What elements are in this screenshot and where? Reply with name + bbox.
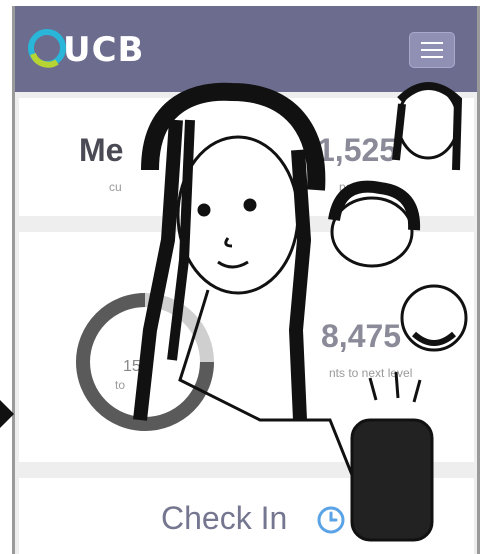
progress-card: 15 to 8,475 nts to next level bbox=[19, 232, 474, 462]
hamburger-menu-button[interactable] bbox=[409, 32, 455, 68]
app-frame: UCB Me cu el 1,525 points 15 to 8,475 nt… bbox=[12, 6, 480, 554]
logo-mark-icon bbox=[28, 29, 66, 68]
navbar: UCB bbox=[15, 6, 477, 92]
checkin-button[interactable]: Check In bbox=[161, 500, 287, 537]
ring-center-value: 15 bbox=[123, 358, 141, 375]
hamburger-line bbox=[421, 56, 443, 58]
summary-card: Me cu el 1,525 points bbox=[19, 98, 474, 216]
ring-center-label: to bbox=[115, 378, 126, 392]
points-value: 1,525 bbox=[317, 132, 398, 168]
hamburger-menu-icon bbox=[421, 42, 443, 44]
hamburger-line bbox=[421, 49, 443, 51]
level-value: Me bbox=[79, 132, 124, 168]
logo-text: UCB bbox=[63, 30, 145, 70]
pointer-arrow-icon bbox=[0, 400, 14, 428]
level-label: cu bbox=[109, 180, 122, 194]
logo[interactable]: UCB bbox=[27, 24, 143, 72]
points-to-next-label: nts to next level bbox=[329, 366, 413, 380]
level-label-tail: el bbox=[187, 180, 197, 194]
clock-icon[interactable] bbox=[315, 504, 347, 536]
points-label: points bbox=[339, 180, 372, 194]
points-to-next-value: 8,475 bbox=[321, 318, 402, 354]
progress-ring bbox=[76, 293, 214, 431]
checkin-card[interactable]: Check In bbox=[19, 478, 474, 554]
